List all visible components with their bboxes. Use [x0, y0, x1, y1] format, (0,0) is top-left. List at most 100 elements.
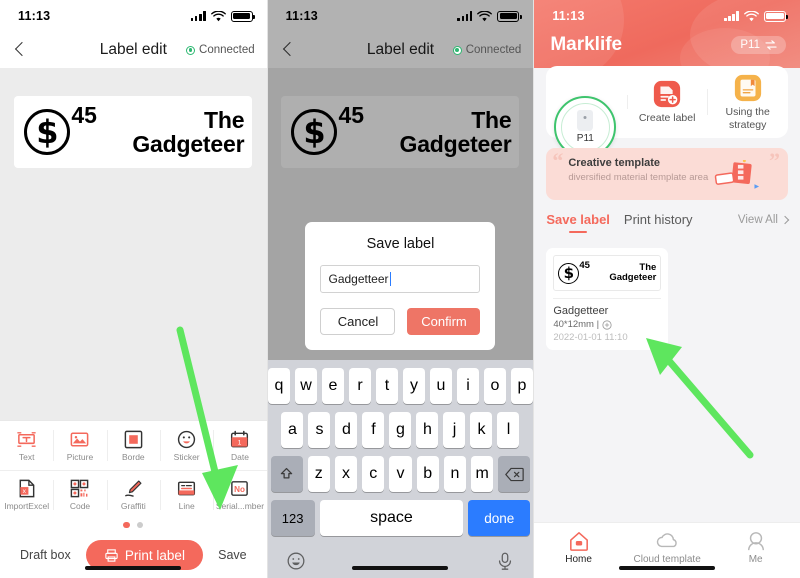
tool-label: Graffiti	[120, 501, 146, 511]
tab-cloud-template[interactable]: Cloud template	[623, 531, 712, 565]
tool-sticker[interactable]: Sticker	[159, 421, 213, 470]
save-label-dialog: Save label Gadgetteer Cancel Confirm	[305, 222, 496, 350]
label-canvas[interactable]: $ 45 The Gadgeteer	[0, 68, 267, 420]
tool-label: Text	[18, 451, 35, 462]
backspace-key-icon[interactable]	[498, 456, 531, 492]
strategy-item[interactable]: Using the strategy	[707, 73, 788, 131]
tool-graffiti[interactable]: Graffiti	[106, 471, 160, 519]
tool-code[interactable]: Code	[53, 471, 106, 519]
tab-me[interactable]: Me	[711, 531, 800, 565]
tool-label: Line	[178, 501, 195, 511]
view-all-link[interactable]: View All	[738, 214, 790, 232]
key-w[interactable]: w	[294, 368, 317, 404]
tool-import-excel[interactable]: x ImportExcel	[0, 471, 53, 519]
key-u[interactable]: u	[429, 368, 452, 404]
tool-border[interactable]: Borde	[106, 421, 160, 470]
svg-text:No: No	[235, 485, 246, 494]
confirm-button[interactable]: Confirm	[407, 308, 481, 335]
page-dot-active[interactable]	[123, 521, 130, 528]
save-button[interactable]: Save	[218, 548, 247, 562]
dollar-sign-icon: $	[24, 109, 71, 155]
draft-box-button[interactable]: Draft box	[20, 548, 71, 562]
border-tool-icon	[123, 429, 144, 450]
key-s[interactable]: s	[308, 412, 331, 448]
connected-dot-icon	[186, 45, 196, 55]
key-o[interactable]: o	[483, 368, 506, 404]
key-t[interactable]: t	[375, 368, 398, 404]
key-r[interactable]: r	[348, 368, 371, 404]
key-g[interactable]: g	[389, 412, 412, 448]
key-a[interactable]: a	[281, 412, 304, 448]
chevron-right-icon	[780, 215, 790, 224]
keyboard-row-1: qwertyuiop	[267, 368, 534, 404]
print-label-text: Print label	[124, 547, 185, 563]
device-badge[interactable]: P11	[731, 36, 786, 54]
label-text-line2: Gadgeteer	[132, 131, 245, 157]
page-dots[interactable]	[0, 518, 267, 532]
key-z[interactable]: z	[307, 456, 330, 492]
key-p[interactable]: p	[510, 368, 533, 404]
key-b[interactable]: b	[416, 456, 439, 492]
saved-label-name: Gadgetteer	[553, 305, 609, 317]
key-f[interactable]: f	[362, 412, 385, 448]
shift-key-icon[interactable]	[270, 456, 303, 492]
on-screen-keyboard: qwertyuiop asdfghjkl zxcvbnm 123 space d…	[267, 360, 534, 578]
microphone-key-icon[interactable]	[495, 551, 515, 571]
space-key[interactable]: space	[319, 500, 464, 536]
cancel-button[interactable]: Cancel	[320, 308, 396, 335]
tool-text[interactable]: Text	[0, 421, 53, 470]
tab-print-history[interactable]: Print history	[624, 212, 693, 233]
key-j[interactable]: j	[443, 412, 466, 448]
label-preview[interactable]: $ 45 The Gadgeteer	[14, 96, 253, 168]
key-y[interactable]: y	[402, 368, 425, 404]
key-e[interactable]: e	[321, 368, 344, 404]
emoji-key-icon[interactable]	[286, 551, 306, 571]
key-k[interactable]: k	[470, 412, 493, 448]
keyboard-row-3: zxcvbnm	[268, 456, 534, 492]
key-n[interactable]: n	[443, 456, 467, 492]
key-c[interactable]: c	[362, 456, 385, 492]
battery-icon	[763, 10, 789, 22]
home-header: 11:13 Marklife P11	[534, 0, 800, 68]
svg-text:1: 1	[238, 439, 242, 446]
wifi-icon	[210, 10, 226, 21]
done-key[interactable]: done	[468, 500, 531, 536]
key-v[interactable]: v	[389, 456, 412, 492]
key-x[interactable]: x	[334, 456, 358, 492]
app-title: Marklife	[550, 34, 623, 55]
line-tool-icon	[176, 478, 197, 499]
dialog-title: Save label	[366, 236, 435, 252]
key-l[interactable]: l	[497, 412, 520, 448]
creative-template-banner[interactable]: “ ” Creative template diversified materi…	[546, 148, 788, 200]
label-name-input[interactable]: Gadgetteer	[320, 265, 481, 293]
guide-book-icon	[734, 74, 761, 102]
qrcode-tool-icon	[69, 478, 90, 499]
tab-home[interactable]: Home	[534, 531, 623, 565]
tool-serial-number[interactable]: No Serial...mber	[213, 471, 266, 519]
saved-label-meta: 40*12mm |	[553, 319, 661, 330]
tool-line[interactable]: Line	[159, 471, 213, 519]
swap-arrows-icon	[765, 40, 777, 50]
tool-picture[interactable]: Picture	[53, 421, 106, 470]
numbers-key[interactable]: 123	[270, 500, 315, 536]
key-i[interactable]: i	[456, 368, 479, 404]
text-caret	[389, 272, 392, 286]
label-text: The Gadgeteer	[132, 106, 245, 157]
picture-tool-icon	[69, 429, 90, 450]
key-d[interactable]: d	[335, 412, 358, 448]
create-label-item[interactable]: Create label	[626, 79, 708, 125]
back-chevron-icon[interactable]	[12, 41, 30, 59]
label-text-line1: The	[204, 106, 245, 133]
tab-save-label[interactable]: Save label	[546, 212, 610, 233]
panel-save-dialog: 11:13 Label edit Connected $ 45 The Gadg…	[266, 0, 534, 578]
tool-label: Serial...mber	[215, 501, 265, 511]
tool-date[interactable]: 1 Date	[213, 421, 266, 470]
page-dot[interactable]	[136, 521, 144, 528]
key-q[interactable]: q	[267, 368, 290, 404]
saved-label-card[interactable]: $ 45 The Gadgeteer Gadgetteer 40*12mm | …	[546, 248, 669, 350]
import-excel-icon: x	[16, 478, 37, 499]
dollar-sign-icon: $	[558, 262, 580, 284]
key-h[interactable]: h	[416, 412, 439, 448]
nav-bar: Label edit Connected	[0, 32, 267, 68]
key-m[interactable]: m	[471, 456, 494, 492]
